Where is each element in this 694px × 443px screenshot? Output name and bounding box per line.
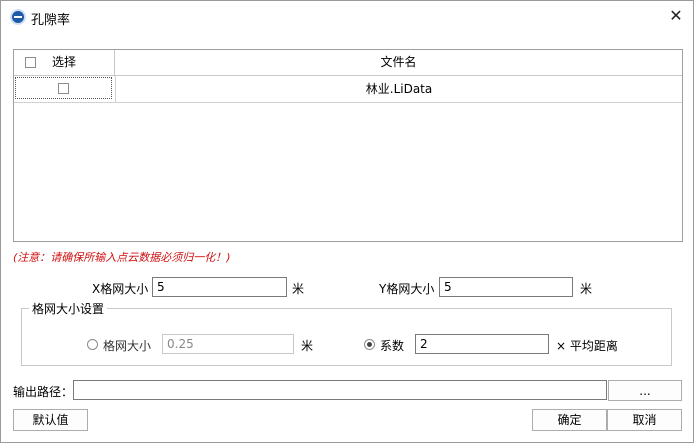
select-all-checkbox[interactable] bbox=[25, 57, 36, 68]
row-checkbox[interactable] bbox=[58, 83, 69, 94]
coefficient-radio-label[interactable]: 系数 bbox=[380, 337, 404, 354]
default-values-button[interactable]: 默认值 bbox=[13, 409, 88, 431]
title-bar: 孔隙率 ✕ bbox=[1, 1, 693, 33]
cancel-button[interactable]: 取消 bbox=[607, 409, 682, 431]
coefficient-input[interactable]: 2 bbox=[415, 334, 549, 354]
grid-size-radio-label[interactable]: 格网大小 bbox=[103, 337, 151, 354]
y-unit-label: 米 bbox=[580, 282, 593, 296]
grid-size-settings-legend: 格网大小设置 bbox=[29, 300, 108, 317]
dialog-window: 孔隙率 ✕ 选择 文件名 林业.LiData (注意：请确保所输入点云数据必须归… bbox=[0, 0, 694, 443]
row-select-cell bbox=[15, 77, 112, 99]
grid-header: 选择 文件名 bbox=[14, 50, 682, 76]
window-title: 孔隙率 bbox=[31, 13, 71, 28]
row-file-name[interactable]: 林业.LiData bbox=[115, 76, 682, 102]
table-row[interactable]: 林业.LiData bbox=[14, 76, 682, 103]
normalize-warning: (注意：请确保所输入点云数据必须归一化！) bbox=[13, 251, 231, 264]
y-grid-size-input[interactable]: 5 bbox=[439, 277, 573, 297]
file-grid: 选择 文件名 林业.LiData bbox=[13, 49, 683, 242]
x-unit-label: 米 bbox=[292, 282, 305, 296]
output-path-label: 输出路径： bbox=[13, 385, 74, 399]
browse-button[interactable]: ... bbox=[608, 380, 682, 401]
header-select-label: 选择 bbox=[52, 55, 77, 69]
x-grid-size-input[interactable]: 5 bbox=[152, 277, 287, 297]
x-grid-size-label: X格网大小 bbox=[92, 282, 149, 296]
header-file-name[interactable]: 文件名 bbox=[115, 50, 682, 75]
grid-size-value-input[interactable]: 0.25 bbox=[162, 334, 294, 354]
close-icon[interactable]: ✕ bbox=[659, 1, 693, 31]
grid-size-radio[interactable] bbox=[87, 339, 98, 350]
output-path-input[interactable] bbox=[73, 380, 607, 400]
coefficient-radio[interactable] bbox=[364, 339, 375, 350]
grid-size-unit-label: 米 bbox=[301, 339, 314, 353]
y-grid-size-label: Y格网大小 bbox=[379, 282, 435, 296]
coefficient-suffix-label: × 平均距离 bbox=[556, 339, 618, 353]
lidar-logo-icon bbox=[10, 9, 26, 25]
header-select-cell: 选择 bbox=[14, 50, 115, 75]
ok-button[interactable]: 确定 bbox=[532, 409, 607, 431]
